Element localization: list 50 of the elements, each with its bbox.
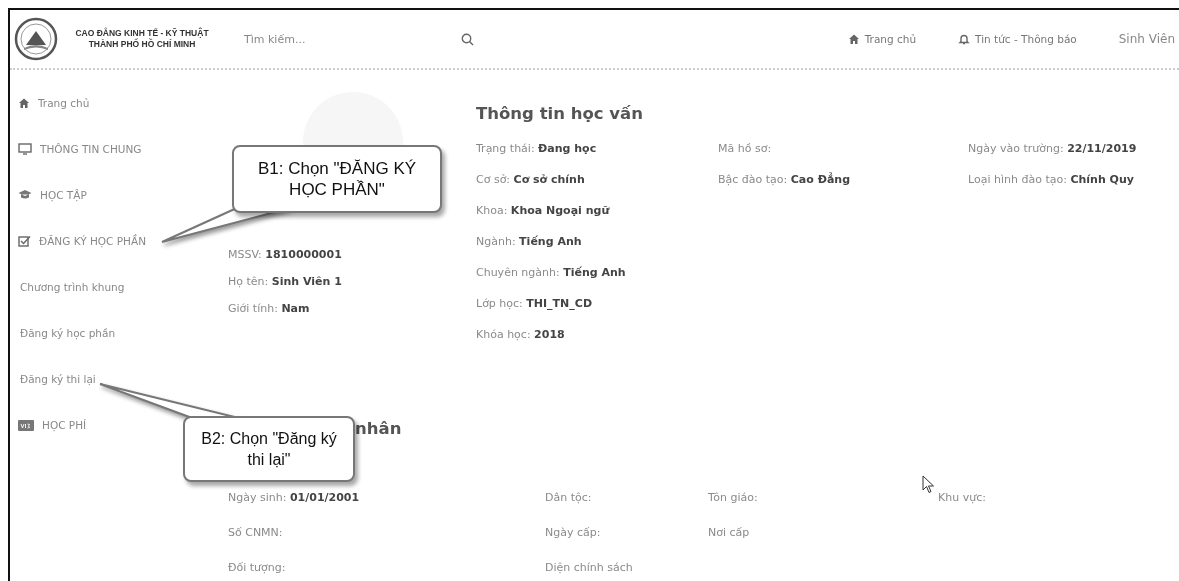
sidebar-item[interactable]: HỌC PHÍ <box>10 402 87 448</box>
info-field: Chuyên ngành: Tiếng Anh <box>476 266 626 279</box>
info-field: Tôn giáo: <box>708 491 758 504</box>
college-name: THÀNH PHỐ HỒ CHÍ MINH <box>88 39 196 50</box>
section-title: Thông tin học vấn <box>476 104 643 123</box>
info-field: Khoa: Khoa Ngoại ngữ <box>476 204 610 217</box>
info-field: Trạng thái: Đang học <box>476 142 597 155</box>
profile-field: Họ tên: Sinh Viên 1 <box>228 275 342 288</box>
sidebar-item[interactable]: ĐĂNG KÝ HỌC PHẦN <box>10 218 146 264</box>
sidebar-item[interactable]: HỌC TẬP <box>10 172 87 218</box>
checkbox-icon <box>18 235 31 247</box>
home-icon <box>18 97 30 109</box>
sidebar-subitem[interactable]: Chương trình khung <box>10 264 125 310</box>
info-field: Diện chính sách <box>545 561 633 574</box>
user-menu[interactable]: Sinh Viên <box>1118 32 1175 46</box>
info-field: Bậc đào tạo: Cao Đẳng <box>718 173 850 186</box>
search-field[interactable]: Tìm kiếm... <box>242 31 461 47</box>
profile-field: MSSV: 1810000001 <box>228 248 342 261</box>
info-field: Khu vực: <box>938 491 986 504</box>
info-field: Ngày cấp: <box>545 526 601 539</box>
sidebar-subitem[interactable]: Đăng ký thi lại <box>10 356 96 402</box>
home-icon <box>847 33 860 45</box>
college-name: CAO ĐẲNG KINH TẾ - KỸ THUẬT <box>75 28 209 38</box>
search-icon[interactable] <box>461 32 474 46</box>
nav-link[interactable]: Tin tức - Thông báo <box>958 33 1077 45</box>
logo-icon <box>14 17 58 61</box>
profile-field: Giới tính: Nam <box>228 302 310 315</box>
graduation-cap-icon <box>18 189 32 201</box>
section-title: nhân <box>355 419 402 438</box>
info-field: Mã hồ sơ: <box>718 142 772 155</box>
info-field: Cơ sở: Cơ sở chính <box>476 173 585 186</box>
bell-icon <box>958 33 971 45</box>
info-field: Ngày vào trường: 22/11/2019 <box>968 142 1137 155</box>
sidebar-item[interactable]: THÔNG TIN CHUNG <box>10 126 142 172</box>
info-field: Ngày sinh: 01/01/2001 <box>228 491 360 504</box>
monitor-icon <box>18 143 32 155</box>
info-field: Nơi cấp <box>708 526 750 539</box>
info-field: Đối tượng: <box>228 561 286 574</box>
nav-link[interactable]: Trang chủ <box>847 33 917 45</box>
info-field: Lớp học: THI_TN_CD <box>476 297 592 310</box>
credit-card-icon <box>18 419 34 431</box>
info-field: Ngành: Tiếng Anh <box>476 235 582 248</box>
info-field: Khóa học: 2018 <box>476 328 565 341</box>
callout: B2: Chọn "Đăng ký thi lại" <box>183 416 355 482</box>
info-field: Số CNMN: <box>228 526 283 539</box>
sidebar-item[interactable]: Trang chủ <box>10 80 90 126</box>
info-field: Dân tộc: <box>545 491 592 504</box>
mouse-pointer-icon <box>922 475 935 494</box>
sidebar-subitem[interactable]: Đăng ký học phần <box>10 310 116 356</box>
info-field: Loại hình đào tạo: Chính Quy <box>968 173 1134 186</box>
